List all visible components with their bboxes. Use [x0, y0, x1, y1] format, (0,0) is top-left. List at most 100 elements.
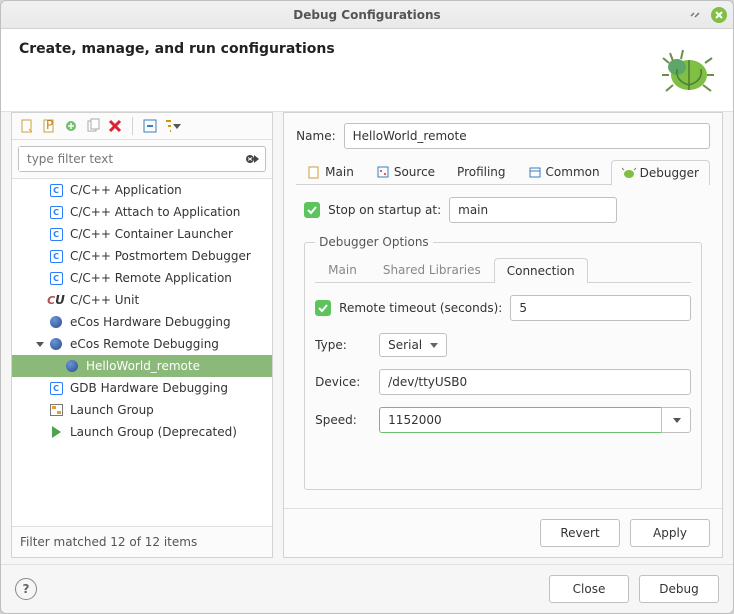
- filter-config-icon[interactable]: [163, 117, 181, 135]
- window-title: Debug Configurations: [293, 8, 440, 22]
- filter-status: Filter matched 12 of 12 items: [12, 526, 272, 557]
- type-label: Type:: [315, 338, 369, 352]
- tab-label: Source: [394, 165, 435, 179]
- type-select[interactable]: Serial: [379, 333, 447, 357]
- tree-item[interactable]: Launch Group (Deprecated): [12, 421, 272, 443]
- device-label: Device:: [315, 375, 369, 389]
- subtab-shared-libraries[interactable]: Shared Libraries: [370, 257, 494, 282]
- tree-item[interactable]: C C/C++ Remote Application: [12, 267, 272, 289]
- tab-label: Main: [325, 165, 354, 179]
- tree-item[interactable]: eCos Remote Debugging: [12, 333, 272, 355]
- debug-config-window: Debug Configurations Create, manage, and…: [0, 0, 734, 614]
- type-value: Serial: [388, 338, 422, 352]
- debugger-tab-icon: [622, 166, 636, 180]
- debugger-subtabs: MainShared LibrariesConnection: [315, 257, 691, 283]
- revert-button[interactable]: Revert: [540, 519, 620, 547]
- tree-item[interactable]: eCos Hardware Debugging: [12, 311, 272, 333]
- c-icon: C: [48, 248, 64, 264]
- grp-icon: [48, 402, 64, 418]
- tab-label: Common: [546, 165, 600, 179]
- filter-input[interactable]: [19, 147, 243, 171]
- c-icon: C: [48, 204, 64, 220]
- help-icon[interactable]: ?: [15, 578, 37, 600]
- collapse-all-icon[interactable]: [141, 117, 159, 135]
- toolbar-separator: [132, 117, 133, 135]
- play-icon: [48, 424, 64, 440]
- tab-debugger[interactable]: Debugger: [611, 160, 710, 185]
- c-icon: C: [48, 182, 64, 198]
- tree-item[interactable]: C GDB Hardware Debugging: [12, 377, 272, 399]
- c-icon: C: [48, 270, 64, 286]
- tab-debugger-body: Stop on startup at: Debugger Options Mai…: [296, 185, 710, 498]
- source-tab-icon: [376, 165, 390, 179]
- device-input[interactable]: [379, 369, 691, 395]
- stop-on-startup-input[interactable]: [449, 197, 617, 223]
- debugger-options-group: Debugger Options MainShared LibrariesCon…: [304, 235, 702, 490]
- stop-on-startup-checkbox[interactable]: [304, 202, 320, 218]
- c-icon: C: [48, 226, 64, 242]
- tree-item[interactable]: Launch Group: [12, 399, 272, 421]
- ball-icon: [48, 314, 64, 330]
- speed-label: Speed:: [315, 413, 369, 427]
- remote-timeout-checkbox[interactable]: [315, 300, 331, 316]
- speed-dropdown-button[interactable]: [661, 407, 691, 433]
- chevron-down-icon: [673, 418, 681, 423]
- restore-icon[interactable]: [687, 7, 703, 23]
- tree-item[interactable]: HelloWorld_remote: [12, 355, 272, 377]
- debugger-options-legend: Debugger Options: [315, 235, 433, 249]
- stop-on-startup-label: Stop on startup at:: [328, 203, 441, 217]
- name-label: Name:: [296, 129, 335, 143]
- tab-source[interactable]: Source: [365, 159, 446, 184]
- clear-filter-icon[interactable]: [243, 150, 261, 168]
- close-button[interactable]: Close: [549, 575, 629, 603]
- apply-button[interactable]: Apply: [630, 519, 710, 547]
- ball-icon: [64, 358, 80, 374]
- debug-button[interactable]: Debug: [639, 575, 719, 603]
- tree-item-label: C/C++ Attach to Application: [70, 205, 240, 219]
- speed-input[interactable]: [379, 407, 661, 433]
- tree-item-label: C/C++ Remote Application: [70, 271, 232, 285]
- disclosure-icon: [36, 342, 44, 347]
- tab-common[interactable]: Common: [517, 159, 611, 184]
- export-config-icon[interactable]: [62, 117, 80, 135]
- duplicate-config-icon[interactable]: [84, 117, 102, 135]
- tree-item-label: C/C++ Container Launcher: [70, 227, 233, 241]
- tree-item-label: C/C++ Unit: [70, 293, 139, 307]
- config-tree-panel: P C C/C++ Application C C/C++ Attach to App…: [11, 112, 273, 558]
- tree-item-label: GDB Hardware Debugging: [70, 381, 228, 395]
- delete-config-icon[interactable]: [106, 117, 124, 135]
- tree-toolbar: P: [12, 113, 272, 140]
- subtab-main[interactable]: Main: [315, 257, 370, 282]
- config-tabs: Main Source Profiling Common Debugger: [296, 159, 710, 185]
- tab-profiling[interactable]: Profiling: [446, 159, 517, 184]
- subtab-connection[interactable]: Connection: [494, 258, 588, 283]
- new-config-icon[interactable]: [18, 117, 36, 135]
- main-tab-icon: [307, 165, 321, 179]
- page-title: Create, manage, and run configurations: [19, 41, 335, 57]
- config-detail-panel: Name: Main Source Profiling Common Debugger …: [283, 112, 723, 558]
- tree-item[interactable]: C C/C++ Application: [12, 179, 272, 201]
- tree-item-label: HelloWorld_remote: [86, 359, 200, 373]
- tab-label: Profiling: [457, 165, 506, 179]
- remote-timeout-input[interactable]: [510, 295, 691, 321]
- tree-item-label: Launch Group (Deprecated): [70, 425, 237, 439]
- tree-item-label: Launch Group: [70, 403, 154, 417]
- tree-item[interactable]: C C/C++ Postmortem Debugger: [12, 245, 272, 267]
- config-name-input[interactable]: [344, 123, 710, 149]
- filter-input-wrap: [18, 146, 266, 172]
- config-tree[interactable]: C C/C++ Application C C/C++ Attach to Appli…: [12, 178, 272, 526]
- c-icon: C: [48, 380, 64, 396]
- tree-item-label: eCos Remote Debugging: [70, 337, 219, 351]
- tree-item-label: eCos Hardware Debugging: [70, 315, 231, 329]
- tree-item-label: C/C++ Postmortem Debugger: [70, 249, 251, 263]
- tree-item-label: C/C++ Application: [70, 183, 182, 197]
- tree-item[interactable]: C C/C++ Container Launcher: [12, 223, 272, 245]
- new-proto-config-icon[interactable]: P: [40, 117, 58, 135]
- tab-main[interactable]: Main: [296, 159, 365, 184]
- dialog-header: Create, manage, and run configurations: [1, 29, 733, 112]
- svg-text:P: P: [46, 118, 53, 132]
- tree-item[interactable]: C C/C++ Attach to Application: [12, 201, 272, 223]
- close-icon[interactable]: [711, 7, 727, 23]
- dialog-footer: ? Close Debug: [1, 564, 733, 613]
- tree-item[interactable]: CUC/C++ Unit: [12, 289, 272, 311]
